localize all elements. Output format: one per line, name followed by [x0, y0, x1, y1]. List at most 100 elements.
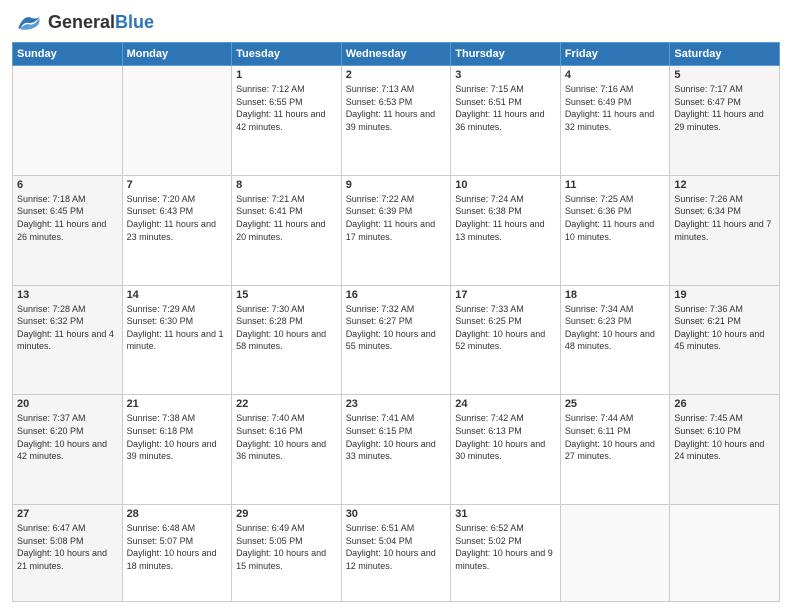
logo: GeneralBlue: [12, 10, 154, 34]
day-number: 7: [127, 179, 228, 191]
logo-text: GeneralBlue: [48, 12, 154, 33]
day-info: Sunrise: 7:22 AMSunset: 6:39 PMDaylight:…: [346, 193, 447, 243]
col-thursday: Thursday: [451, 43, 561, 66]
day-info: Sunrise: 7:33 AMSunset: 6:25 PMDaylight:…: [455, 303, 556, 353]
table-cell: 3 Sunrise: 7:15 AMSunset: 6:51 PMDaylight…: [451, 66, 561, 176]
day-info: Sunrise: 7:20 AMSunset: 6:43 PMDaylight:…: [127, 193, 228, 243]
table-cell: 8 Sunrise: 7:21 AMSunset: 6:41 PMDaylight…: [232, 175, 342, 285]
table-cell: 21 Sunrise: 7:38 AMSunset: 6:18 PMDayligh…: [122, 395, 232, 505]
day-info: Sunrise: 6:51 AMSunset: 5:04 PMDaylight:…: [346, 522, 447, 572]
day-info: Sunrise: 7:17 AMSunset: 6:47 PMDaylight:…: [674, 83, 775, 133]
day-number: 4: [565, 69, 666, 81]
table-cell: 24 Sunrise: 7:42 AMSunset: 6:13 PMDayligh…: [451, 395, 561, 505]
day-number: 3: [455, 69, 556, 81]
day-info: Sunrise: 7:16 AMSunset: 6:49 PMDaylight:…: [565, 83, 666, 133]
col-saturday: Saturday: [670, 43, 780, 66]
day-info: Sunrise: 7:36 AMSunset: 6:21 PMDaylight:…: [674, 303, 775, 353]
col-wednesday: Wednesday: [341, 43, 451, 66]
table-cell: 22Sunrise: 7:40 AMSunset: 6:16 PMDayligh…: [232, 395, 342, 505]
table-cell: 29 Sunrise: 6:49 AMSunset: 5:05 PMDayligh…: [232, 505, 342, 602]
day-number: 25: [565, 398, 666, 410]
day-number: 16: [346, 289, 447, 301]
day-info: Sunrise: 7:41 AMSunset: 6:15 PMDaylight:…: [346, 412, 447, 462]
table-cell: 6 Sunrise: 7:18 AMSunset: 6:45 PMDaylight…: [13, 175, 123, 285]
day-number: 15: [236, 289, 337, 301]
day-info: Sunrise: 7:12 AMSunset: 6:55 PMDaylight:…: [236, 83, 337, 133]
table-cell: 16 Sunrise: 7:32 AMSunset: 6:27 PMDayligh…: [341, 285, 451, 395]
day-number: 29: [236, 508, 337, 520]
day-info: Sunrise: 7:15 AMSunset: 6:51 PMDaylight:…: [455, 83, 556, 133]
table-cell: 13 Sunrise: 7:28 AMSunset: 6:32 PMDayligh…: [13, 285, 123, 395]
day-number: 20: [17, 398, 118, 410]
table-cell: 23Sunrise: 7:41 AMSunset: 6:15 PMDayligh…: [341, 395, 451, 505]
table-cell: 2 Sunrise: 7:13 AMSunset: 6:53 PMDaylight…: [341, 66, 451, 176]
table-cell: 1 Sunrise: 7:12 AMSunset: 6:55 PMDaylight…: [232, 66, 342, 176]
day-number: 24: [455, 398, 556, 410]
table-cell: 12 Sunrise: 7:26 AMSunset: 6:34 PMDayligh…: [670, 175, 780, 285]
table-cell: 15Sunrise: 7:30 AMSunset: 6:28 PMDayligh…: [232, 285, 342, 395]
day-info: Sunrise: 7:38 AMSunset: 6:18 PMDaylight:…: [127, 412, 228, 462]
day-number: 14: [127, 289, 228, 301]
day-number: 2: [346, 69, 447, 81]
day-number: 9: [346, 179, 447, 191]
table-cell: 17Sunrise: 7:33 AMSunset: 6:25 PMDayligh…: [451, 285, 561, 395]
logo-icon: [12, 10, 44, 34]
table-cell: 14 Sunrise: 7:29 AMSunset: 6:30 PMDayligh…: [122, 285, 232, 395]
day-number: 28: [127, 508, 228, 520]
table-cell: [560, 505, 670, 602]
table-cell: 5 Sunrise: 7:17 AMSunset: 6:47 PMDaylight…: [670, 66, 780, 176]
day-number: 8: [236, 179, 337, 191]
table-cell: 11Sunrise: 7:25 AMSunset: 6:36 PMDayligh…: [560, 175, 670, 285]
day-info: Sunrise: 7:13 AMSunset: 6:53 PMDaylight:…: [346, 83, 447, 133]
table-cell: 20 Sunrise: 7:37 AMSunset: 6:20 PMDayligh…: [13, 395, 123, 505]
table-cell: 30 Sunrise: 6:51 AMSunset: 5:04 PMDayligh…: [341, 505, 451, 602]
table-cell: 19 Sunrise: 7:36 AMSunset: 6:21 PMDayligh…: [670, 285, 780, 395]
col-sunday: Sunday: [13, 43, 123, 66]
col-monday: Monday: [122, 43, 232, 66]
table-cell: 4 Sunrise: 7:16 AMSunset: 6:49 PMDaylight…: [560, 66, 670, 176]
table-cell: 31Sunrise: 6:52 AMSunset: 5:02 PMDayligh…: [451, 505, 561, 602]
day-number: 10: [455, 179, 556, 191]
day-info: Sunrise: 7:25 AMSunset: 6:36 PMDaylight:…: [565, 193, 666, 243]
day-info: Sunrise: 7:40 AMSunset: 6:16 PMDaylight:…: [236, 412, 337, 462]
day-info: Sunrise: 7:29 AMSunset: 6:30 PMDaylight:…: [127, 303, 228, 353]
table-cell: 26Sunrise: 7:45 AMSunset: 6:10 PMDayligh…: [670, 395, 780, 505]
day-info: Sunrise: 7:28 AMSunset: 6:32 PMDaylight:…: [17, 303, 118, 353]
table-cell: [13, 66, 123, 176]
table-cell: [670, 505, 780, 602]
day-info: Sunrise: 7:42 AMSunset: 6:13 PMDaylight:…: [455, 412, 556, 462]
day-number: 6: [17, 179, 118, 191]
col-tuesday: Tuesday: [232, 43, 342, 66]
day-number: 18: [565, 289, 666, 301]
page: GeneralBlue Sunday Monday Tuesday Wednes…: [0, 0, 792, 612]
header-row: Sunday Monday Tuesday Wednesday Thursday…: [13, 43, 780, 66]
day-info: Sunrise: 7:37 AMSunset: 6:20 PMDaylight:…: [17, 412, 118, 462]
day-number: 1: [236, 69, 337, 81]
day-info: Sunrise: 7:32 AMSunset: 6:27 PMDaylight:…: [346, 303, 447, 353]
day-info: Sunrise: 7:24 AMSunset: 6:38 PMDaylight:…: [455, 193, 556, 243]
day-info: Sunrise: 7:26 AMSunset: 6:34 PMDaylight:…: [674, 193, 775, 243]
day-info: Sunrise: 6:47 AMSunset: 5:08 PMDaylight:…: [17, 522, 118, 572]
day-info: Sunrise: 6:49 AMSunset: 5:05 PMDaylight:…: [236, 522, 337, 572]
day-number: 12: [674, 179, 775, 191]
day-number: 5: [674, 69, 775, 81]
table-cell: 18 Sunrise: 7:34 AMSunset: 6:23 PMDayligh…: [560, 285, 670, 395]
day-info: Sunrise: 7:34 AMSunset: 6:23 PMDaylight:…: [565, 303, 666, 353]
table-cell: 25Sunrise: 7:44 AMSunset: 6:11 PMDayligh…: [560, 395, 670, 505]
table-cell: 9 Sunrise: 7:22 AMSunset: 6:39 PMDaylight…: [341, 175, 451, 285]
day-info: Sunrise: 7:45 AMSunset: 6:10 PMDaylight:…: [674, 412, 775, 462]
table-cell: 7 Sunrise: 7:20 AMSunset: 6:43 PMDaylight…: [122, 175, 232, 285]
day-info: Sunrise: 6:48 AMSunset: 5:07 PMDaylight:…: [127, 522, 228, 572]
table-cell: [122, 66, 232, 176]
day-number: 13: [17, 289, 118, 301]
header: GeneralBlue: [12, 10, 780, 34]
table-cell: 10 Sunrise: 7:24 AMSunset: 6:38 PMDayligh…: [451, 175, 561, 285]
table-cell: 27 Sunrise: 6:47 AMSunset: 5:08 PMDayligh…: [13, 505, 123, 602]
day-number: 19: [674, 289, 775, 301]
day-number: 27: [17, 508, 118, 520]
day-number: 30: [346, 508, 447, 520]
col-friday: Friday: [560, 43, 670, 66]
day-info: Sunrise: 7:18 AMSunset: 6:45 PMDaylight:…: [17, 193, 118, 243]
day-number: 21: [127, 398, 228, 410]
day-info: Sunrise: 7:21 AMSunset: 6:41 PMDaylight:…: [236, 193, 337, 243]
